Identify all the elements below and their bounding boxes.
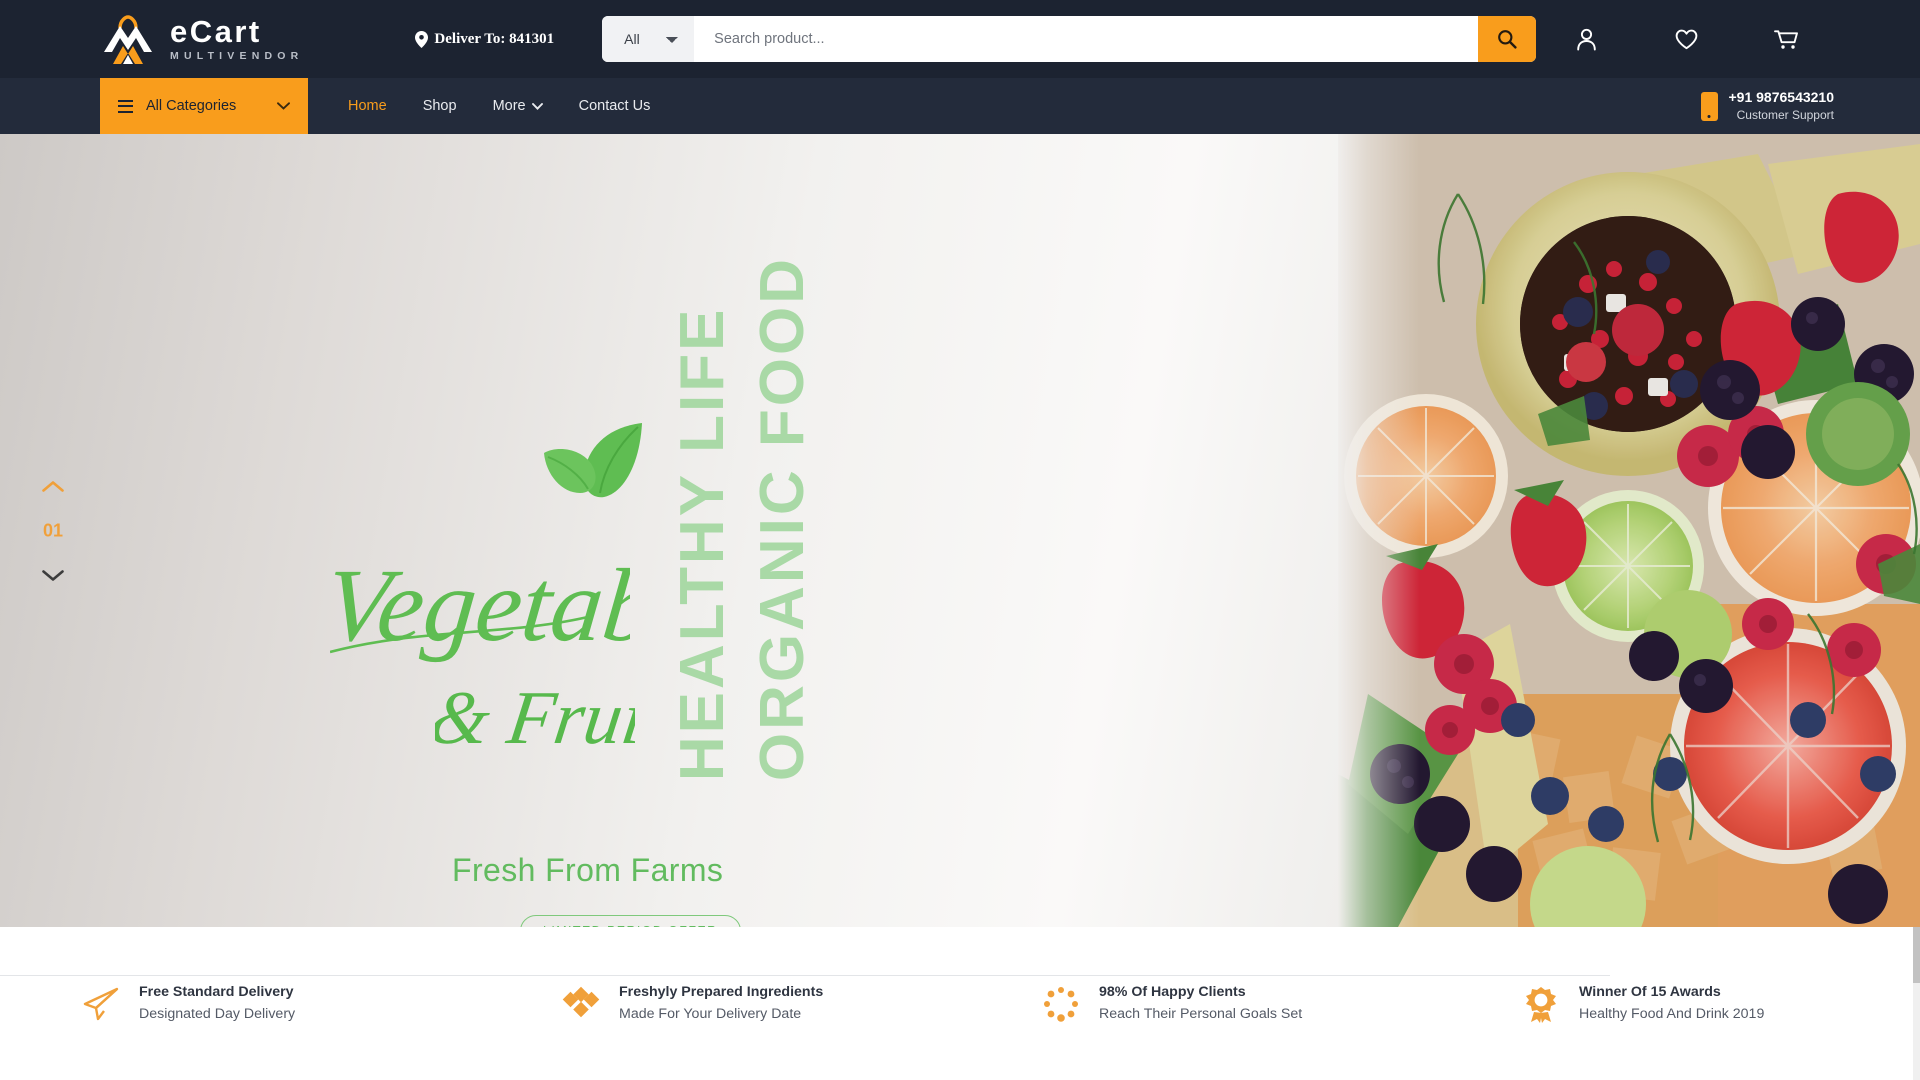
feature-title: Freshyly Prepared Ingredients bbox=[619, 984, 824, 1001]
deliver-to-label: Deliver To: 841301 bbox=[434, 30, 555, 47]
nav-link-contact-us-label: Contact Us bbox=[578, 98, 651, 114]
fruit-platter-illustration bbox=[1338, 134, 1920, 927]
hero-script-subtitle-text: & Fruits bbox=[435, 675, 635, 760]
cart-icon[interactable] bbox=[1736, 28, 1836, 50]
nav-link-shop[interactable]: Shop bbox=[405, 78, 475, 134]
leaf-icon bbox=[544, 423, 642, 498]
award-medal-icon bbox=[1526, 986, 1556, 1023]
user-icon bbox=[1576, 28, 1596, 50]
wishlist-icon[interactable] bbox=[1636, 29, 1736, 50]
map-pin-icon bbox=[415, 30, 429, 48]
page-scrollbar[interactable] bbox=[1913, 927, 1920, 1080]
hero-subheading: Fresh From Farms bbox=[452, 852, 724, 888]
shopping-cart-icon bbox=[1774, 30, 1798, 49]
slide-number: 01 bbox=[42, 520, 64, 540]
search-icon bbox=[1498, 30, 1517, 49]
search-category-select[interactable]: All bbox=[602, 16, 695, 62]
nav-links: Home Shop More Contact Us bbox=[330, 78, 668, 134]
header-icon-group bbox=[1536, 28, 1836, 51]
all-categories-label: All Categories bbox=[146, 98, 237, 114]
heart-icon bbox=[1675, 29, 1697, 49]
hero-fruit-photo bbox=[1338, 134, 1920, 927]
slider-navigation: 01 bbox=[38, 476, 68, 585]
slider-prev-button[interactable] bbox=[38, 476, 68, 496]
deliver-to[interactable]: Deliver To: 841301 bbox=[415, 30, 555, 48]
feature-item: Free Standard Delivery Designated Day De… bbox=[0, 982, 480, 1025]
dotted-circle-icon bbox=[1044, 986, 1078, 1022]
mobile-phone-icon bbox=[1700, 91, 1718, 121]
hamburger-icon bbox=[118, 99, 133, 113]
limited-period-offer-button[interactable]: LIMITED PERIOD OFFER bbox=[520, 915, 741, 927]
feature-title: 98% Of Happy Clients bbox=[1099, 984, 1246, 1001]
nav-link-more[interactable]: More bbox=[475, 78, 561, 134]
support-phone-number: +91 9876543210 bbox=[1728, 89, 1835, 106]
feature-item: Winner Of 15 Awards Healthy Food And Dri… bbox=[1440, 982, 1920, 1025]
account-icon[interactable] bbox=[1536, 28, 1636, 51]
feature-subtitle: Designated Day Delivery bbox=[139, 1005, 296, 1022]
feature-subtitle: Healthy Food And Drink 2019 bbox=[1579, 1005, 1765, 1022]
shopping-bag-mountain-logo-icon bbox=[104, 15, 152, 64]
search-submit-button[interactable] bbox=[1478, 16, 1536, 62]
feature-subtitle: Made For Your Delivery Date bbox=[619, 1005, 802, 1022]
hero-script-subtitle: & Fruits bbox=[435, 675, 635, 760]
hero-script-title-text: Vegetable bbox=[330, 547, 630, 663]
brand-tagline: MULTIVENDOR bbox=[170, 50, 304, 63]
search-bar: All bbox=[602, 16, 1536, 62]
chevron-down-icon bbox=[531, 102, 543, 110]
chevron-down-icon bbox=[42, 569, 64, 581]
feature-strip: Free Standard Delivery Designated Day De… bbox=[0, 927, 1920, 1080]
brand-name: eCart bbox=[170, 14, 262, 50]
customer-support[interactable]: +91 9876543210 Customer Support bbox=[1700, 78, 1835, 134]
hero-copy: Vegetable & Fruits Fresh From Farms LIMI… bbox=[330, 252, 870, 927]
paper-plane-icon bbox=[83, 987, 119, 1020]
feature-item: 98% Of Happy Clients Reach Their Persona… bbox=[960, 982, 1440, 1025]
support-label: Customer Support bbox=[1736, 108, 1834, 123]
top-header-bar: eCart MULTIVENDOR Deliver To: 841301 All bbox=[0, 0, 1920, 78]
nav-link-home[interactable]: Home bbox=[330, 78, 405, 134]
chevron-down-icon bbox=[277, 102, 290, 110]
chevron-up-icon bbox=[42, 480, 64, 492]
feature-item: Freshyly Prepared Ingredients Made For Y… bbox=[480, 982, 960, 1025]
brand-logo[interactable]: eCart MULTIVENDOR bbox=[100, 12, 303, 66]
nav-link-more-label: More bbox=[492, 98, 526, 114]
slider-next-button[interactable] bbox=[38, 565, 68, 585]
nav-link-shop-label: Shop bbox=[422, 98, 457, 114]
main-navigation-bar: All Categories Home Shop More Contact Us… bbox=[0, 78, 1920, 134]
search-input[interactable] bbox=[694, 16, 1478, 62]
nav-link-home-label: Home bbox=[348, 98, 387, 114]
scrollbar-thumb[interactable] bbox=[1913, 927, 1920, 983]
feature-title: Free Standard Delivery bbox=[139, 984, 294, 1001]
feature-title: Winner Of 15 Awards bbox=[1579, 984, 1721, 1001]
all-categories-dropdown[interactable]: All Categories bbox=[100, 78, 308, 134]
feature-subtitle: Reach Their Personal Goals Set bbox=[1099, 1005, 1303, 1022]
nav-link-contact-us[interactable]: Contact Us bbox=[561, 78, 669, 134]
hero-banner-slider: 01 HEALTHY LIFE ORGANIC FOOD Vegetable &… bbox=[0, 134, 1920, 927]
diamonds-icon bbox=[562, 986, 600, 1017]
